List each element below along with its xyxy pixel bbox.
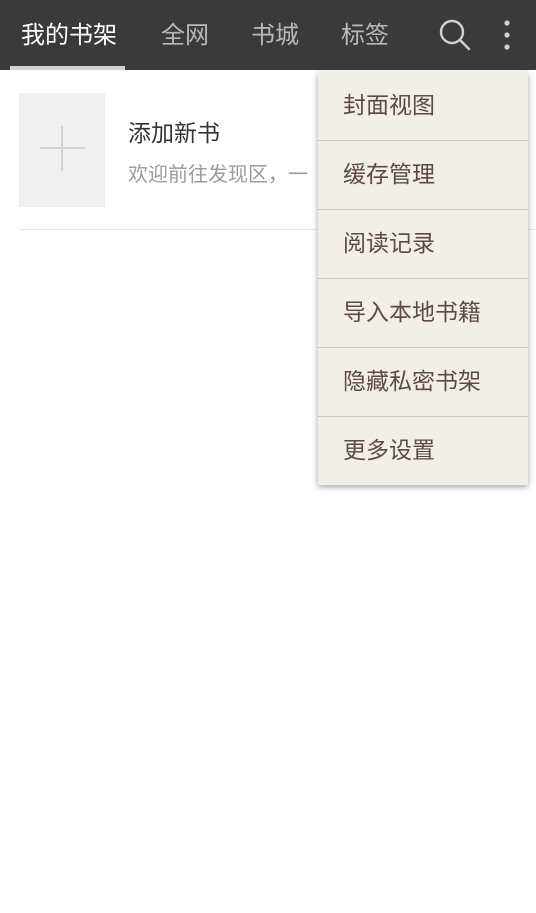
- menu-item-cache-management[interactable]: 缓存管理: [318, 141, 528, 210]
- tab-tags[interactable]: 标签: [341, 0, 389, 70]
- menu-item-cover-view[interactable]: 封面视图: [318, 72, 528, 141]
- tab-my-bookshelf[interactable]: 我的书架: [21, 0, 117, 70]
- menu-item-more-settings[interactable]: 更多设置: [318, 417, 528, 485]
- tab-all-web[interactable]: 全网: [161, 0, 209, 70]
- menu-item-reading-history[interactable]: 阅读记录: [318, 210, 528, 279]
- more-vertical-icon[interactable]: [490, 18, 524, 52]
- add-book-description: 欢迎前往发现区，一: [128, 162, 308, 186]
- tab-bookstore[interactable]: 书城: [251, 0, 299, 70]
- top-app-bar: 我的书架 全网 书城 标签: [0, 0, 536, 70]
- search-icon[interactable]: [438, 18, 472, 52]
- menu-item-import-local-books[interactable]: 导入本地书籍: [318, 279, 528, 348]
- plus-icon: [40, 126, 85, 171]
- add-book-cover[interactable]: [19, 93, 105, 207]
- add-book-title: 添加新书: [128, 121, 220, 147]
- overflow-menu: 封面视图 缓存管理 阅读记录 导入本地书籍 隐藏私密书架 更多设置: [318, 72, 528, 485]
- menu-item-hide-private-shelf[interactable]: 隐藏私密书架: [318, 348, 528, 417]
